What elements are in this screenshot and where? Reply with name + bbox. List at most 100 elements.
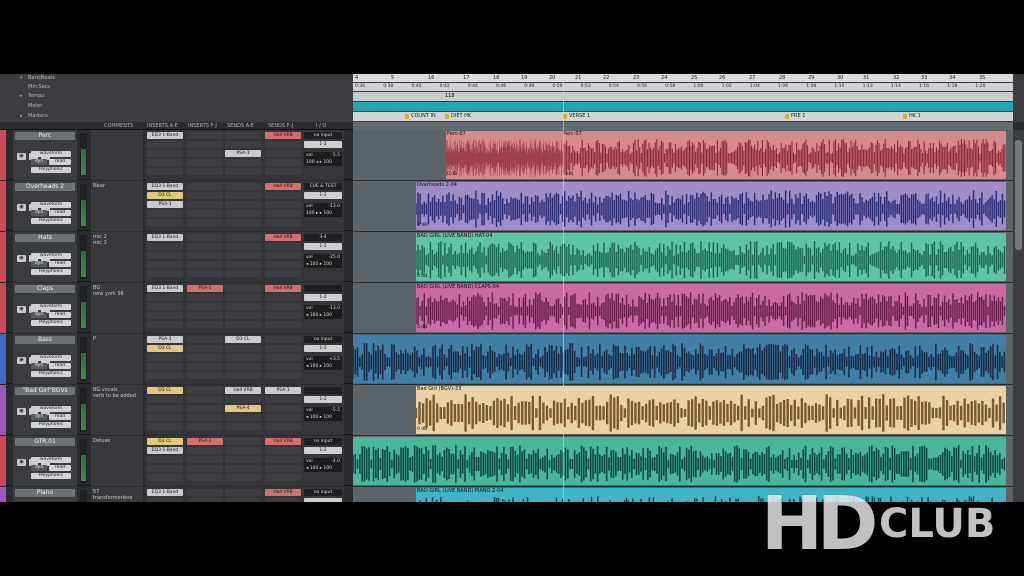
track-name[interactable]: Bass	[15, 336, 75, 344]
automation-mode-selector[interactable]: read	[49, 414, 71, 420]
comments-field[interactable]: P	[91, 334, 143, 384]
send-slot[interactable]	[225, 243, 261, 250]
track-name[interactable]: Claps	[15, 285, 75, 293]
insert-slot[interactable]	[187, 447, 223, 454]
send-slot[interactable]	[265, 303, 301, 310]
insert-slot[interactable]	[147, 243, 183, 250]
insert-slot[interactable]	[187, 243, 223, 250]
send-slot[interactable]	[225, 372, 261, 379]
send-slot[interactable]	[225, 192, 261, 199]
insert-slot[interactable]	[187, 168, 223, 175]
send-slot[interactable]: PSA-1	[265, 387, 301, 394]
send-slot[interactable]	[225, 261, 261, 268]
send-slot[interactable]	[225, 294, 261, 301]
volume-pan-readout[interactable]: vol +3.5 ◂ 100 ▸ 100	[304, 356, 342, 370]
send-slot[interactable]	[265, 414, 301, 421]
output-selector[interactable]: 1-2	[304, 345, 342, 352]
record-enable-button[interactable]: ◉	[17, 408, 26, 415]
insert-slot[interactable]: PSA-1	[147, 336, 183, 343]
send-slot[interactable]	[225, 219, 261, 226]
output-selector[interactable]: 1-2	[304, 141, 342, 148]
insert-slot[interactable]	[187, 303, 223, 310]
insert-slot[interactable]	[187, 387, 223, 394]
track-playlist-lane[interactable]	[353, 334, 1013, 384]
dyn-button[interactable]: dyn	[31, 261, 47, 267]
marker-verse-1[interactable]: VERSE 1	[563, 113, 590, 120]
voice-selector[interactable]: Polyphonic	[31, 167, 71, 173]
send-slot[interactable]	[225, 414, 261, 421]
send-slot[interactable]: Hall VRB	[225, 387, 261, 394]
insert-slot[interactable]	[187, 465, 223, 472]
insert-slot[interactable]: D3 CL	[147, 387, 183, 394]
insert-slot[interactable]	[187, 192, 223, 199]
insert-slot[interactable]	[147, 363, 183, 370]
audio-clip[interactable]: Perc-07 0 dB	[446, 131, 562, 179]
voice-selector[interactable]: Polyphonic	[31, 371, 71, 377]
insert-slot[interactable]	[147, 294, 183, 301]
send-slot[interactable]	[225, 252, 261, 259]
send-slot[interactable]	[225, 141, 261, 148]
send-slot[interactable]: Hall VRB	[265, 489, 301, 496]
track-playlist-lane[interactable]: Overheads 2-04 0 dB	[353, 181, 1013, 231]
track-view-selector[interactable]: waveform	[31, 202, 71, 208]
send-slot[interactable]	[225, 312, 261, 319]
input-selector[interactable]	[304, 285, 342, 292]
insert-slot[interactable]	[147, 159, 183, 166]
track-view-selector[interactable]: waveform	[31, 406, 71, 412]
send-slot[interactable]	[265, 210, 301, 217]
send-slot[interactable]	[265, 261, 301, 268]
send-slot[interactable]	[265, 423, 301, 430]
automation-mode-selector[interactable]: read	[49, 363, 71, 369]
send-slot[interactable]: Hall VRB	[265, 234, 301, 241]
dyn-button[interactable]: dyn	[31, 465, 47, 471]
comments-field[interactable]: 57 transformerless	[91, 487, 143, 502]
tempo-value[interactable]: 118	[445, 92, 455, 101]
send-slot[interactable]	[225, 489, 261, 496]
audio-clip[interactable]: Perc-07 0 dB	[562, 131, 1006, 179]
comments-field[interactable]: Deluxe	[91, 436, 143, 486]
input-selector[interactable]	[304, 387, 342, 394]
record-enable-button[interactable]: ◉	[17, 459, 26, 466]
send-slot[interactable]	[265, 270, 301, 277]
bars-beats-ruler[interactable]: 4 5 16 17 18 19 20 21 22 23 24 25 26 27 28 29 30 31 32 33 34…	[353, 74, 1013, 82]
scrollbar-thumb[interactable]	[1015, 140, 1022, 250]
send-slot[interactable]	[265, 312, 301, 319]
playhead-cursor[interactable]	[563, 74, 564, 502]
insert-slot[interactable]	[187, 414, 223, 421]
insert-slot[interactable]: PSA-1	[187, 285, 223, 292]
comments-field[interactable]: mic 2 mic 3	[91, 232, 143, 282]
input-selector[interactable]: 3-4	[304, 234, 342, 241]
voice-selector[interactable]: Polyphonic	[31, 320, 71, 326]
comments-field[interactable]: BG vocals verb to be added	[91, 385, 143, 435]
automation-mode-selector[interactable]: read	[49, 261, 71, 267]
insert-slot[interactable]	[187, 210, 223, 217]
markers-ruler[interactable]: COUNT IN DIET HK VERSE 1 PRE 1 HK 1	[353, 112, 1013, 121]
send-slot[interactable]: Hall VRB	[265, 438, 301, 445]
insert-slot[interactable]	[147, 219, 183, 226]
dyn-button[interactable]: dyn	[31, 414, 47, 420]
send-slot[interactable]	[265, 354, 301, 361]
send-slot[interactable]	[225, 363, 261, 370]
insert-slot[interactable]	[147, 474, 183, 481]
send-slot[interactable]	[265, 345, 301, 352]
insert-slot[interactable]	[147, 396, 183, 403]
send-slot[interactable]: Hall VRB	[265, 285, 301, 292]
record-enable-button[interactable]: ◉	[17, 153, 26, 160]
insert-slot[interactable]	[147, 312, 183, 319]
send-slot[interactable]	[225, 234, 261, 241]
send-slot[interactable]	[225, 438, 261, 445]
insert-slot[interactable]: EQ3 1-Band	[147, 183, 183, 190]
output-selector[interactable]: 1-2	[304, 192, 342, 199]
volume-pan-readout[interactable]: vol -5.5 100 ◂ ▸ 100	[304, 152, 342, 166]
track-view-selector[interactable]: waveform	[31, 304, 71, 310]
comments-field[interactable]: Near	[91, 181, 143, 231]
track-playlist-lane[interactable]: Bad Girl (BGV)-33 0 dB	[353, 385, 1013, 435]
insert-slot[interactable]: D3 CL	[147, 192, 183, 199]
send-slot[interactable]	[225, 498, 261, 502]
volume-pan-readout[interactable]: vol -5.5 ◂ 100 ▸ 100	[304, 407, 342, 421]
send-slot[interactable]	[265, 141, 301, 148]
input-selector[interactable]: no input	[304, 438, 342, 445]
send-slot[interactable]	[265, 192, 301, 199]
send-slot[interactable]	[225, 201, 261, 208]
insert-slot[interactable]	[187, 456, 223, 463]
